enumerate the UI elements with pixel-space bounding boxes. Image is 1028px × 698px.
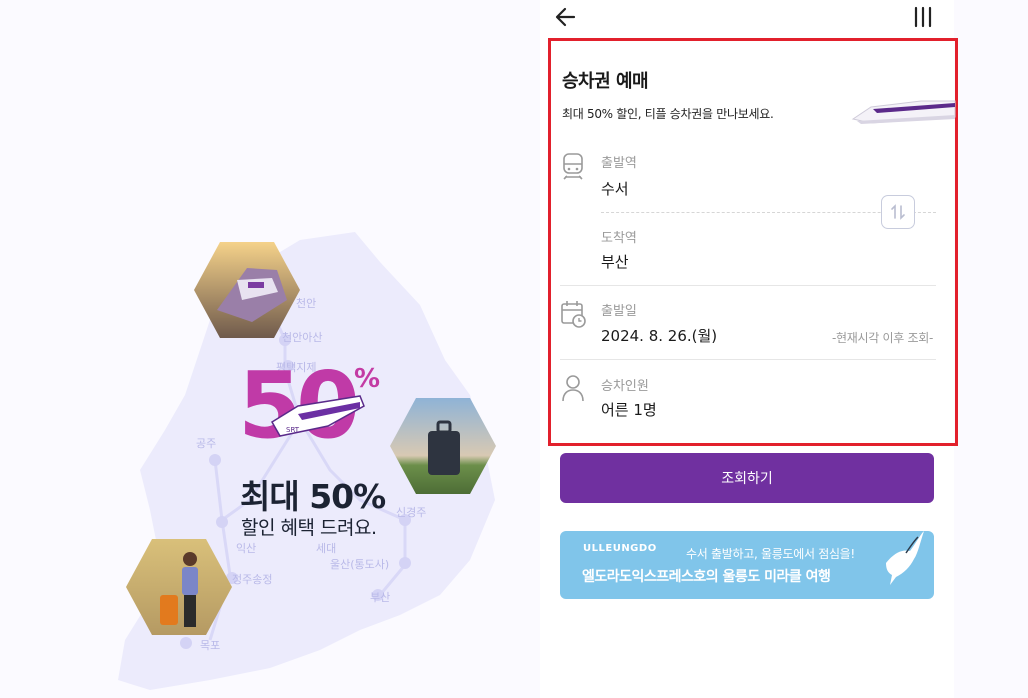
city-label: 세대 [316, 542, 337, 555]
city-label: 목포 [200, 639, 221, 652]
menu-bars-icon [914, 6, 932, 28]
city-label: 울산(통도사) [330, 558, 390, 571]
ticket-booking-card: 승차권 예매 최대 50% 할인, 티플 승차권을 만나보세요. 출발역 수서 [548, 38, 958, 446]
person-icon [562, 375, 584, 402]
section-divider [560, 359, 936, 360]
ulleungdo-promo-banner[interactable]: ULLEUNGDO 수서 출발하고, 울릉도에서 점심을! 엘도라도익스프레스호… [560, 531, 934, 599]
city-label: 부산 [370, 591, 391, 604]
passengers-value: 어른 1명 [601, 401, 657, 419]
banner-subtitle: 수서 출발하고, 울릉도에서 점심을! [686, 547, 855, 561]
banner-logo: ULLEUNGDO [583, 543, 657, 554]
train-icon [563, 153, 583, 180]
train-image [851, 100, 956, 124]
arrow-left-icon [555, 7, 576, 27]
back-button[interactable] [554, 5, 578, 29]
promo-headline: 최대 50% [240, 477, 386, 516]
date-label: 출발일 [601, 304, 637, 319]
discount-percent-sign: % [354, 364, 381, 394]
section-divider [560, 285, 936, 286]
search-button[interactable]: 조회하기 [560, 453, 934, 503]
traveler-photo-hexagon [126, 539, 232, 635]
city-label: 공주 [196, 437, 217, 450]
date-value: 2024. 8. 26.(월) [601, 327, 718, 345]
banner-title: 엘도라도익스프레스호의 울릉도 미라클 여행 [582, 569, 831, 585]
calendar-clock-icon [561, 301, 586, 328]
booking-description: 최대 50% 할인, 티플 승차권을 만나보세요. [562, 107, 774, 121]
promo-area: 공주 신경주 익산 세대 울산(통도사) 부산 정주송정 목포 평택지제 천안아… [0, 0, 540, 698]
city-label: 익산 [236, 542, 257, 555]
top-bar [540, 0, 954, 34]
city-label: 신경주 [396, 506, 427, 519]
date-hint: -현재시각 이후 조회- [831, 331, 933, 345]
booking-title: 승차권 예매 [562, 71, 649, 92]
departure-value: 수서 [601, 180, 629, 198]
swap-stations-button[interactable] [881, 195, 915, 229]
arrival-value: 부산 [601, 253, 629, 271]
menu-button[interactable] [912, 6, 934, 28]
swap-arrows-icon [891, 204, 905, 220]
train-tag: SRT [286, 426, 300, 434]
city-label: 정주송정 [232, 573, 273, 586]
luggage-photo-hexagon [390, 398, 496, 494]
train-photo-hexagon [194, 242, 300, 338]
departure-label: 출발역 [601, 156, 637, 171]
korea-map-illustration [118, 232, 495, 690]
promo-subline: 할인 혜택 드려요. [241, 517, 377, 539]
seagull-icon [886, 531, 924, 585]
booking-panel: 승차권 예매 최대 50% 할인, 티플 승차권을 만나보세요. 출발역 수서 [540, 0, 958, 698]
train-illustration: SRT [270, 395, 365, 437]
passengers-label: 승차인원 [601, 379, 649, 394]
arrival-label: 도착역 [601, 231, 637, 246]
